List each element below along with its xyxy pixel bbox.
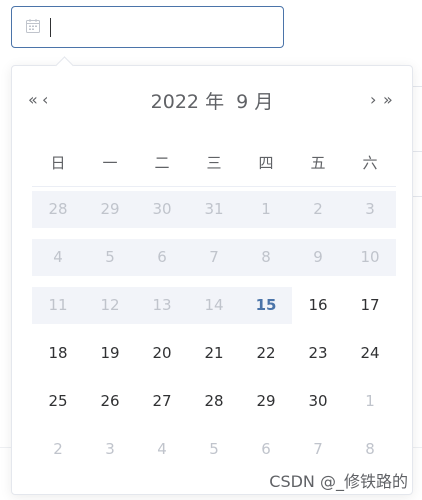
calendar-day: 11 <box>48 296 68 314</box>
calendar-header-title: 2022 年 9 月 <box>12 87 412 114</box>
popper-arrow <box>55 56 74 75</box>
calendar-day[interactable]: 20 <box>136 334 188 372</box>
calendar-day[interactable]: 19 <box>84 334 136 372</box>
calendar-day: 9 <box>313 248 323 266</box>
calendar-day-next-month[interactable]: 8 <box>344 430 396 468</box>
header-year[interactable]: 2022 <box>151 91 199 113</box>
calendar-day-next-month[interactable]: 6 <box>240 430 292 468</box>
calendar-day[interactable]: 25 <box>32 382 84 420</box>
calendar-week-row: 4 5 6 7 8 9 10 <box>32 238 396 286</box>
calendar-day: 4 <box>53 248 63 266</box>
calendar-week-row: 18 19 20 21 22 23 24 <box>32 334 396 382</box>
weekday-label: 日 <box>50 154 66 172</box>
calendar-day-next-month[interactable]: 1 <box>344 382 396 420</box>
date-picker-input[interactable] <box>11 6 284 48</box>
calendar-day-next-month[interactable]: 4 <box>136 430 188 468</box>
calendar-day[interactable]: 28 <box>188 382 240 420</box>
calendar-day[interactable]: 26 <box>84 382 136 420</box>
date-picker-panel: « ‹ › » 2022 年 9 月 日 一 二 三 四 五 六 28 29 3… <box>11 56 413 495</box>
calendar-day[interactable]: 22 <box>240 334 292 372</box>
calendar-day[interactable]: 29 <box>240 382 292 420</box>
calendar-day: 8 <box>261 248 271 266</box>
header-month[interactable]: 9 <box>236 91 248 113</box>
calendar-day: 10 <box>360 248 380 266</box>
calendar-icon <box>26 19 40 33</box>
calendar-day: 30 <box>152 200 172 218</box>
watermark: CSDN @_修铁路的 <box>269 472 408 491</box>
weekday-label: 三 <box>206 154 222 172</box>
calendar-day: 1 <box>261 200 271 218</box>
calendar-grid: 28 29 30 31 1 2 3 4 5 6 7 8 9 10 11 12 1… <box>32 190 396 478</box>
weekday-label: 一 <box>102 154 118 172</box>
calendar-day: 13 <box>152 296 172 314</box>
calendar-day: 6 <box>157 248 167 266</box>
calendar-day[interactable]: 21 <box>188 334 240 372</box>
header-divider <box>32 186 396 187</box>
calendar-day: 29 <box>100 200 120 218</box>
calendar-day[interactable]: 17 <box>344 286 396 324</box>
calendar-week-row: 25 26 27 28 29 30 1 <box>32 382 396 430</box>
calendar-day[interactable]: 27 <box>136 382 188 420</box>
calendar-day[interactable]: 16 <box>292 286 344 324</box>
header-year-suffix: 年 <box>205 91 225 113</box>
calendar-day: 7 <box>209 248 219 266</box>
weekday-label: 六 <box>362 154 378 172</box>
calendar-day: 5 <box>105 248 115 266</box>
calendar-day-next-month[interactable]: 2 <box>32 430 84 468</box>
calendar-day: 28 <box>48 200 68 218</box>
calendar-day-next-month[interactable]: 3 <box>84 430 136 468</box>
calendar-day: 14 <box>204 296 224 314</box>
calendar-day[interactable]: 30 <box>292 382 344 420</box>
calendar-week-row: 11 12 13 14 15 16 17 <box>32 286 396 334</box>
calendar-day-today[interactable]: 15 <box>240 286 292 324</box>
calendar-day: 12 <box>100 296 120 314</box>
weekday-label: 四 <box>258 154 274 172</box>
weekday-label: 五 <box>310 154 326 172</box>
text-cursor <box>50 18 51 37</box>
calendar-day[interactable]: 18 <box>32 334 84 372</box>
weekday-header: 日 一 二 三 四 五 六 <box>32 152 396 173</box>
header-month-suffix: 月 <box>254 91 274 113</box>
calendar-day[interactable]: 23 <box>292 334 344 372</box>
weekday-label: 二 <box>154 154 170 172</box>
calendar-week-row: 28 29 30 31 1 2 3 <box>32 190 396 238</box>
calendar-day[interactable]: 24 <box>344 334 396 372</box>
calendar-day: 2 <box>313 200 323 218</box>
calendar-day-next-month[interactable]: 7 <box>292 430 344 468</box>
calendar-day-next-month[interactable]: 5 <box>188 430 240 468</box>
calendar-day: 31 <box>204 200 224 218</box>
calendar-day: 3 <box>365 200 375 218</box>
